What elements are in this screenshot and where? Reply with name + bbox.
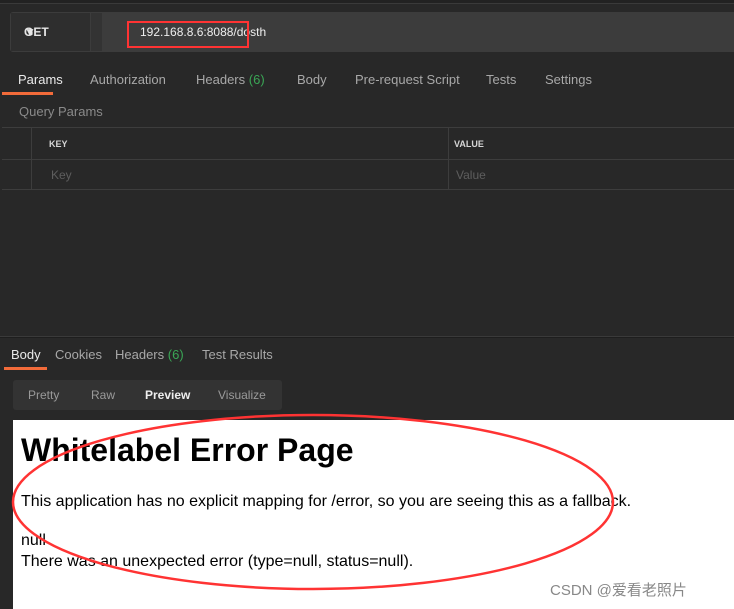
error-title: Whitelabel Error Page xyxy=(21,432,354,468)
watermark: CSDN @爱看老照片 xyxy=(550,582,687,599)
key-input[interactable]: Key xyxy=(51,168,72,182)
view-visualize[interactable]: Visualize xyxy=(218,388,266,402)
error-line: null xyxy=(21,532,46,549)
tab-response-body[interactable]: Body xyxy=(11,347,41,362)
error-details: null There was an unexpected error (type=… xyxy=(21,530,413,572)
view-mode-selector: Pretty Raw Preview Visualize xyxy=(13,380,282,410)
chevron-down-icon: ▼ xyxy=(24,25,36,39)
count-badge: (6) xyxy=(248,72,265,87)
top-bar xyxy=(0,0,734,4)
url-bar: GET ▼ 192.168.8.6:8088/dosth xyxy=(10,12,734,52)
tab-body[interactable]: Body xyxy=(297,72,327,87)
pane-divider[interactable] xyxy=(0,336,734,338)
view-raw[interactable]: Raw xyxy=(91,388,115,402)
tab-tests[interactable]: Tests xyxy=(486,72,516,87)
tab-pre-request-script[interactable]: Pre-request Script xyxy=(355,72,460,87)
params-table: KEY VALUE Key Value xyxy=(2,127,734,190)
method-select[interactable]: GET ▼ xyxy=(11,13,91,51)
tab-test-results[interactable]: Test Results xyxy=(202,347,273,362)
divider xyxy=(31,128,32,190)
tab-label: Headers xyxy=(196,72,246,87)
value-header: VALUE xyxy=(454,139,484,149)
tab-cookies[interactable]: Cookies xyxy=(55,347,102,362)
table-row xyxy=(2,159,734,160)
error-message: This application has no explicit mapping… xyxy=(21,493,632,510)
divider xyxy=(448,128,449,190)
tab-authorization[interactable]: Authorization xyxy=(90,72,166,87)
annotation-rectangle xyxy=(127,21,249,48)
tab-response-headers[interactable]: Headers (6) xyxy=(115,347,184,362)
error-line: There was an unexpected error (type=null… xyxy=(21,553,414,570)
tab-settings[interactable]: Settings xyxy=(545,72,592,87)
count-badge: (6) xyxy=(167,347,184,362)
active-tab-underline xyxy=(4,367,47,370)
view-preview[interactable]: Preview xyxy=(145,388,190,402)
view-pretty[interactable]: Pretty xyxy=(28,388,59,402)
query-params-title: Query Params xyxy=(19,104,103,119)
tab-headers[interactable]: Headers (6) xyxy=(196,72,265,87)
key-header: KEY xyxy=(49,139,68,149)
value-input[interactable]: Value xyxy=(456,168,486,182)
tab-params[interactable]: Params xyxy=(18,72,63,87)
tab-label: Headers xyxy=(115,347,165,362)
active-tab-underline xyxy=(2,92,53,95)
